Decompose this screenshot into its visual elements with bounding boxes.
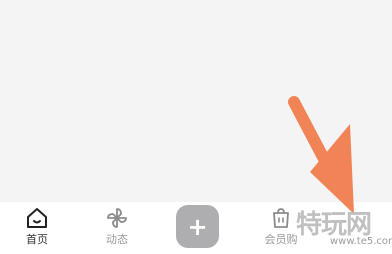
- watermark-domain: www.te5.com: [330, 236, 392, 247]
- tab-feed[interactable]: 动态: [87, 202, 147, 254]
- pinwheel-icon: [105, 206, 129, 234]
- tab-home-label: 首页: [26, 233, 48, 246]
- watermark: 特玩网 www.te5.com: [296, 204, 392, 254]
- home-icon: [25, 206, 49, 234]
- add-button[interactable]: +: [176, 205, 219, 248]
- add-icon: +: [187, 212, 208, 241]
- tab-home[interactable]: 首页: [7, 202, 67, 254]
- tab-feed-label: 动态: [106, 233, 128, 246]
